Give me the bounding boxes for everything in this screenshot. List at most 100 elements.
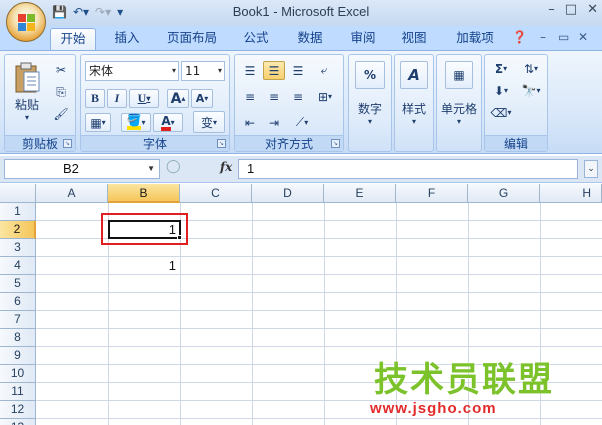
name-box[interactable]: B2 ▼ <box>4 159 160 179</box>
font-launcher-icon[interactable]: ↘ <box>217 139 226 148</box>
ribbon-minimize-icon[interactable]: – <box>540 30 546 44</box>
clipboard-launcher-icon[interactable]: ↘ <box>63 139 72 148</box>
tab-review[interactable]: 审阅 <box>343 28 383 50</box>
cell-b4[interactable]: 1 <box>108 257 180 275</box>
expand-formula-bar-icon[interactable]: ⌄ <box>584 160 598 178</box>
arrow-up-icon: ▴ <box>181 94 186 103</box>
column-header-c[interactable]: C <box>180 184 252 203</box>
sort-filter-button[interactable]: ⇅ ▾ <box>517 59 545 78</box>
title-bar: 💾 ↶▾ ↷▾ ▾ Book1 - Microsoft Excel – □ ✕ <box>0 0 602 26</box>
editing-group-label: 编辑 <box>485 135 547 151</box>
editing-group: Σ ▾ ⇅ ▾ ⬇ ▾ 🔭 ▾ ⌫ ▾ 编辑 <box>484 54 548 152</box>
help-icon[interactable]: ❓ <box>512 30 527 44</box>
close-button[interactable]: ✕ <box>587 2 598 17</box>
column-header-g[interactable]: G <box>468 184 540 203</box>
styles-icon: A <box>400 61 428 89</box>
maximize-button[interactable]: □ <box>565 2 577 17</box>
number-format-button[interactable]: 数字 ▾ <box>351 95 389 131</box>
wrap-text-button[interactable]: ⤶ <box>313 61 335 80</box>
fill-down-icon: ⬇ <box>493 83 505 98</box>
percent-button[interactable]: % <box>355 61 385 89</box>
align-left-button[interactable]: ≡ <box>239 87 261 106</box>
orientation-button[interactable]: ⟋ ▾ <box>287 113 317 132</box>
tab-insert[interactable]: 插入 <box>108 28 146 50</box>
chevron-down-icon: ▾ <box>367 117 372 126</box>
grow-font-button[interactable]: A ▴ <box>167 89 189 108</box>
clipboard-group: 粘贴 ▾ ✂ ⎘ 🖌 剪贴板 ↘ <box>4 54 76 152</box>
paste-button[interactable]: 粘贴 ▾ <box>9 59 45 125</box>
column-header-h[interactable]: H <box>540 184 602 203</box>
shrink-font-label: A <box>195 92 205 105</box>
row-header-9[interactable]: 9 <box>0 347 36 365</box>
copy-button[interactable]: ⎘ <box>51 83 71 101</box>
font-color-button[interactable]: A ▾ <box>153 113 183 132</box>
office-button[interactable] <box>6 2 46 42</box>
bold-button[interactable]: B <box>85 89 105 108</box>
underline-button[interactable]: U ▾ <box>129 89 159 108</box>
name-box-value: B2 <box>63 161 79 176</box>
format-painter-button[interactable]: 🖌 <box>51 105 71 123</box>
borders-button[interactable]: ▦ ▾ <box>85 113 111 132</box>
fill-button[interactable]: ⬇ ▾ <box>487 81 515 100</box>
column-header-e[interactable]: E <box>324 184 396 203</box>
ribbon-restore-icon[interactable]: ▭ <box>558 30 569 44</box>
phonetic-button[interactable]: 变 ▾ <box>193 111 225 133</box>
alignment-launcher-icon[interactable]: ↘ <box>331 139 340 148</box>
alignment-group-label: 对齐方式 <box>235 135 343 151</box>
gridline <box>36 346 602 347</box>
column-header-a[interactable]: A <box>36 184 108 203</box>
ribbon-close-icon[interactable]: ✕ <box>578 30 588 44</box>
gridline <box>324 203 325 425</box>
column-header-d[interactable]: D <box>252 184 324 203</box>
row-header-13[interactable]: 13 <box>0 419 36 425</box>
increase-indent-button[interactable]: ⇥ <box>263 113 285 132</box>
row-header-11[interactable]: 11 <box>0 383 36 401</box>
tab-formulas[interactable]: 公式 <box>236 28 276 50</box>
tab-data[interactable]: 数据 <box>290 28 330 50</box>
number-group: % 数字 ▾ <box>348 54 392 152</box>
align-bottom-button[interactable]: ☰ <box>287 61 309 80</box>
cells-button[interactable]: 单元格 ▾ <box>437 95 481 131</box>
decrease-indent-button[interactable]: ⇤ <box>239 113 261 132</box>
font-size-combo[interactable]: 11 ▾ <box>181 61 225 81</box>
cut-button[interactable]: ✂ <box>51 61 71 79</box>
row-header-3[interactable]: 3 <box>0 239 36 257</box>
annotation-highlight <box>101 213 188 245</box>
italic-button[interactable]: I <box>107 89 127 108</box>
insert-function-button[interactable]: fx <box>220 160 232 174</box>
resize-handle-icon[interactable]: ◯ <box>166 159 181 174</box>
tab-page-layout[interactable]: 页面布局 <box>160 28 224 50</box>
row-header-4[interactable]: 4 <box>0 257 36 275</box>
row-header-8[interactable]: 8 <box>0 329 36 347</box>
arrow-down-icon: ▾ <box>204 94 209 103</box>
tab-home[interactable]: 开始 <box>50 28 96 50</box>
column-header-b[interactable]: B <box>108 184 180 203</box>
row-header-7[interactable]: 7 <box>0 311 36 329</box>
find-select-button[interactable]: 🔭 ▾ <box>517 81 545 100</box>
formula-input[interactable]: 1 <box>238 159 578 179</box>
font-name-combo[interactable]: 宋体 ▾ <box>85 61 179 81</box>
chevron-down-icon: ▼ <box>147 164 155 173</box>
align-top-button[interactable]: ☰ <box>239 61 261 80</box>
clear-button[interactable]: ⌫ ▾ <box>487 103 515 122</box>
align-right-button[interactable]: ≡ <box>287 87 309 106</box>
merge-center-button[interactable]: ⊞ ▾ <box>311 87 339 106</box>
tab-addins[interactable]: 加载项 <box>448 28 502 50</box>
row-header-12[interactable]: 12 <box>0 401 36 419</box>
tab-view[interactable]: 视图 <box>394 28 434 50</box>
minimize-button[interactable]: – <box>548 2 555 17</box>
align-middle-button[interactable]: ☰ <box>263 61 285 80</box>
column-header-f[interactable]: F <box>396 184 468 203</box>
row-header-2[interactable]: 2 <box>0 221 36 239</box>
select-all-button[interactable] <box>0 184 36 203</box>
row-header-6[interactable]: 6 <box>0 293 36 311</box>
row-header-10[interactable]: 10 <box>0 365 36 383</box>
fill-color-button[interactable]: 🪣 ▾ <box>121 113 151 132</box>
align-center-button[interactable]: ≡ <box>263 87 285 106</box>
styles-button[interactable]: 样式 ▾ <box>395 95 433 131</box>
shrink-font-button[interactable]: A ▾ <box>191 89 213 108</box>
cells-icon: ▦ <box>445 61 473 89</box>
row-header-5[interactable]: 5 <box>0 275 36 293</box>
autosum-button[interactable]: Σ ▾ <box>487 59 515 78</box>
row-header-1[interactable]: 1 <box>0 203 36 221</box>
